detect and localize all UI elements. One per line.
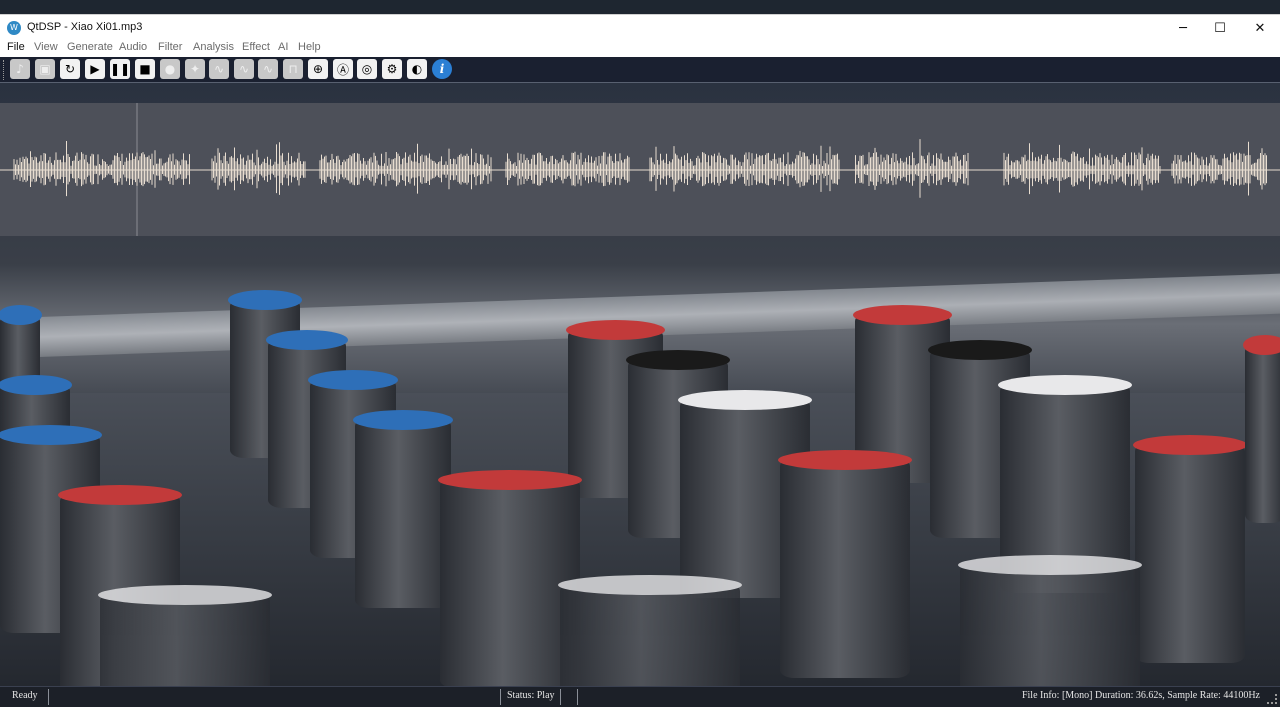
app-window: W QtDSP - Xiao Xi01.mp3 ─ ☐ ✕ File View … (0, 0, 1280, 707)
filter-bandstop-button[interactable]: ⊓ (283, 59, 303, 79)
close-icon: ✕ (1254, 20, 1266, 36)
reload-icon: ↻ (64, 62, 76, 76)
menu-help[interactable]: Help (298, 41, 321, 53)
app-logo-icon: W (7, 21, 21, 35)
analysis-button[interactable]: ⊕ (308, 59, 328, 79)
menu-generate[interactable]: Generate (67, 41, 113, 53)
filter-lowpass-button[interactable]: ∿ (209, 59, 229, 79)
effect-icon: ◎ (361, 62, 373, 76)
menu-file[interactable]: File (7, 41, 25, 53)
save-button[interactable]: ▣ (35, 59, 55, 79)
volume-icon: ◐ (411, 62, 423, 76)
stop-button[interactable]: ■ (135, 59, 155, 79)
settings-button[interactable]: ⚙ (382, 59, 402, 79)
play-icon: ▶ (90, 62, 100, 76)
menu-effect[interactable]: Effect (242, 41, 270, 53)
minimize-button[interactable]: ─ (1163, 15, 1203, 41)
maximize-icon: ☐ (1214, 20, 1226, 36)
info-button[interactable]: i (432, 59, 452, 79)
gear-icon: ⚙ (386, 62, 398, 76)
open-file-button[interactable]: ♪ (10, 59, 30, 79)
close-button[interactable]: ✕ (1240, 15, 1280, 41)
toolbar: ♪ ▣ ↻ ▶ ❚❚ ■ ● ✦ ∿ ∿ ∿ ⊓ ⊕ Ⓐ ◎ ⚙ ◐ i (0, 57, 1280, 83)
microphone-icon: ● (164, 62, 176, 76)
file-info: File Info: [Mono] Duration: 36.62s, Samp… (1021, 690, 1260, 701)
resize-grip-icon[interactable] (1267, 694, 1277, 704)
playback-status: Status: Play (507, 690, 555, 701)
status-bar: Ready Status: Play File Info: [Mono] Dur… (0, 686, 1280, 707)
title-bar: W QtDSP - Xiao Xi01.mp3 ─ ☐ ✕ (0, 14, 1280, 41)
stop-icon: ■ (139, 62, 151, 76)
waveform-view[interactable] (0, 103, 1280, 236)
toolbar-grip[interactable] (3, 60, 7, 80)
menu-bar: File View Generate Audio Filter Analysis… (0, 40, 1280, 57)
menu-ai[interactable]: AI (278, 41, 288, 53)
ready-label: Ready (12, 690, 38, 701)
menu-filter[interactable]: Filter (158, 41, 182, 53)
minimize-icon: ─ (1179, 20, 1187, 36)
info-icon: i (439, 62, 445, 76)
pause-button[interactable]: ❚❚ (110, 59, 130, 79)
record-button[interactable]: ● (160, 59, 180, 79)
effect-button[interactable]: ◎ (357, 59, 377, 79)
generate-button[interactable]: ✦ (185, 59, 205, 79)
ai-button[interactable]: Ⓐ (333, 59, 353, 79)
letter-a-icon: Ⓐ (336, 62, 349, 77)
wave-icon: ⊓ (288, 62, 298, 76)
volume-button[interactable]: ◐ (407, 59, 427, 79)
reload-button[interactable]: ↻ (60, 59, 80, 79)
pause-icon: ❚❚ (109, 62, 131, 76)
menu-view[interactable]: View (34, 41, 58, 53)
waveform-trace (13, 139, 1267, 198)
wave-icon: ∿ (213, 62, 225, 76)
scope-icon: ⊕ (312, 62, 324, 76)
wand-icon: ✦ (189, 62, 201, 76)
filter-highpass-button[interactable]: ∿ (234, 59, 254, 79)
menu-analysis[interactable]: Analysis (193, 41, 234, 53)
play-button[interactable]: ▶ (85, 59, 105, 79)
waveform-svg (0, 103, 1280, 236)
menu-audio[interactable]: Audio (119, 41, 147, 53)
save-icon: ▣ (39, 62, 51, 76)
maximize-button[interactable]: ☐ (1200, 15, 1240, 41)
music-file-icon: ♪ (16, 62, 24, 76)
wave-icon: ∿ (262, 62, 274, 76)
window-title: QtDSP - Xiao Xi01.mp3 (27, 21, 143, 33)
wave-icon: ∿ (238, 62, 250, 76)
filter-bandpass-button[interactable]: ∿ (258, 59, 278, 79)
